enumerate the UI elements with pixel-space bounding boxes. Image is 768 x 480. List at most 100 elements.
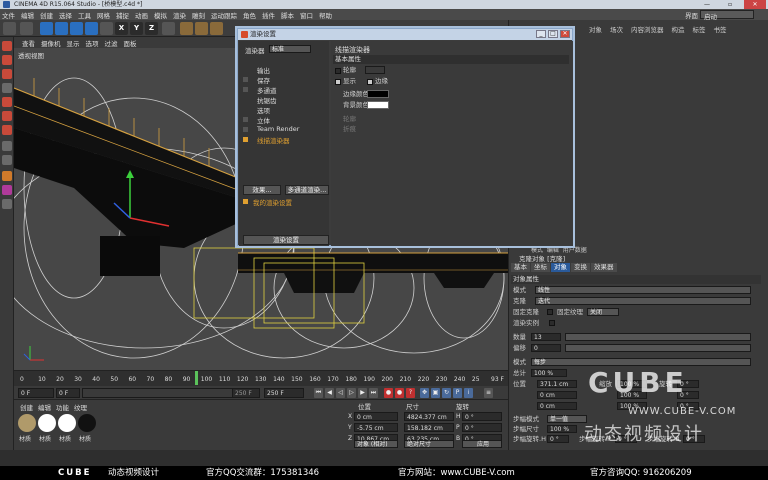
scale-icon[interactable]: [70, 22, 83, 35]
position-x-field[interactable]: 371.1 cm: [537, 380, 577, 388]
fix-clone-checkbox[interactable]: [547, 309, 553, 315]
coord-mode-select[interactable]: 对象 (相对): [354, 440, 398, 448]
record-icon[interactable]: ●: [384, 388, 393, 398]
material-swatch-1[interactable]: [18, 414, 36, 432]
menu-tools[interactable]: 工具: [78, 10, 91, 20]
undo-icon[interactable]: [3, 22, 16, 35]
step-rot-h-field[interactable]: 0 °: [547, 435, 569, 443]
dialog-close-button[interactable]: ✕: [560, 30, 570, 38]
tab-tags[interactable]: 标签: [693, 24, 706, 34]
y-axis-button[interactable]: Y: [130, 22, 143, 35]
move-icon[interactable]: [55, 22, 68, 35]
position-z-field[interactable]: 0 cm: [537, 402, 577, 410]
coord-size-y[interactable]: 158.182 cm: [404, 423, 454, 432]
viewport-menu-filter[interactable]: 过滤: [105, 38, 118, 48]
polygons-mode-icon[interactable]: [2, 125, 12, 135]
tab-objects[interactable]: 对象: [589, 24, 602, 34]
save-checkbox[interactable]: [243, 77, 248, 82]
render-instances-checkbox[interactable]: [549, 320, 555, 326]
render-item-team-render[interactable]: Team Render: [257, 125, 299, 133]
layout-select[interactable]: 启动: [700, 10, 754, 21]
play-reverse-icon[interactable]: ◁: [336, 388, 345, 398]
next-key-icon[interactable]: ▶: [358, 388, 367, 398]
render-item-multipass[interactable]: 多通道: [257, 85, 277, 95]
render-item-antialiasing[interactable]: 抗锯齿: [257, 95, 277, 105]
coord-rot-p[interactable]: 0 °: [462, 423, 502, 432]
viewport-menu-view[interactable]: 查看: [22, 38, 35, 48]
menu-plugins[interactable]: 插件: [262, 10, 275, 20]
param-key-icon[interactable]: P: [453, 388, 462, 398]
enable-axis-icon[interactable]: [2, 141, 12, 151]
coord-size-x[interactable]: 4824.377 cm: [404, 412, 454, 421]
edges-mode-icon[interactable]: [2, 111, 12, 121]
menu-animate[interactable]: 动画: [135, 10, 148, 20]
x-axis-button[interactable]: X: [115, 22, 128, 35]
texture-mode-icon[interactable]: [2, 69, 12, 79]
min-frame-field[interactable]: 0 F: [56, 388, 80, 398]
scale-key-icon[interactable]: ▣: [431, 388, 440, 398]
menu-simulate[interactable]: 模拟: [154, 10, 167, 20]
tweak-icon[interactable]: [2, 155, 12, 165]
attr-tab-transform[interactable]: 变换: [571, 263, 590, 272]
workplane-icon[interactable]: [2, 83, 12, 93]
render-item-save[interactable]: 保存: [257, 75, 270, 85]
material-menu-edit[interactable]: 编辑: [38, 402, 51, 412]
model-mode-icon[interactable]: [2, 55, 12, 65]
attr-tab-coord[interactable]: 坐标: [531, 263, 550, 272]
menu-help[interactable]: 帮助: [319, 10, 332, 20]
tab-takes[interactable]: 场次: [610, 24, 623, 34]
coord-pos-y[interactable]: -5.75 cm: [354, 423, 398, 432]
close-button[interactable]: ✕: [744, 0, 766, 9]
goto-end-icon[interactable]: ⏭: [369, 388, 378, 398]
goto-start-icon[interactable]: ⏮: [314, 388, 323, 398]
attr-tab-effectors[interactable]: 效果器: [591, 263, 617, 272]
outline-field[interactable]: [365, 66, 385, 74]
max-frame-field[interactable]: 250 F: [232, 388, 260, 398]
offset-field[interactable]: 0: [531, 344, 561, 352]
keyframe-selection-icon[interactable]: ?: [406, 388, 415, 398]
fix-texture-select[interactable]: 关闭: [587, 308, 619, 316]
outline-checkbox[interactable]: [335, 68, 341, 74]
total-field[interactable]: 100 %: [531, 369, 567, 377]
coordinate-system-icon[interactable]: [162, 22, 175, 35]
point-level-icon[interactable]: ⁞: [464, 388, 473, 398]
tab-structure[interactable]: 构造: [672, 24, 685, 34]
timeline-playhead[interactable]: [194, 371, 198, 385]
coord-rot-h[interactable]: 0 °: [462, 412, 502, 421]
stereo-checkbox[interactable]: [243, 117, 248, 122]
render-item-stereo[interactable]: 立体: [257, 115, 270, 125]
z-axis-button[interactable]: Z: [145, 22, 158, 35]
attr-tab-object[interactable]: 对象: [551, 263, 570, 272]
menu-file[interactable]: 文件: [2, 10, 15, 20]
tab-bookmarks[interactable]: 书签: [714, 24, 727, 34]
effect-button[interactable]: 效果...: [243, 185, 281, 195]
viewport-menu-cameras[interactable]: 摄像机: [41, 38, 61, 48]
render-picture-viewer-icon[interactable]: [195, 22, 208, 35]
viewport-menu-display[interactable]: 显示: [67, 38, 80, 48]
my-render-settings[interactable]: 我的渲染设置: [253, 197, 292, 207]
render-settings-button[interactable]: 渲染设置: [243, 235, 329, 245]
menu-character[interactable]: 角色: [243, 10, 256, 20]
points-mode-icon[interactable]: [2, 97, 12, 107]
attr-tab-basic[interactable]: 基本: [511, 263, 530, 272]
menu-script[interactable]: 脚本: [281, 10, 294, 20]
timeline[interactable]: 0 10 20 30 40 50 60 70 80 90 100 110 120 130 140 150 160…: [14, 370, 508, 386]
menu-mesh[interactable]: 网格: [97, 10, 110, 20]
play-icon[interactable]: ▷: [347, 388, 356, 398]
sculpt-icon[interactable]: [2, 185, 12, 195]
apply-button[interactable]: 应用: [462, 440, 502, 448]
autokey-icon[interactable]: ●: [395, 388, 404, 398]
lock-workplane-icon[interactable]: [2, 199, 12, 209]
team-render-checkbox[interactable]: [243, 127, 248, 132]
coord-size-mode-select[interactable]: 绝对尺寸: [404, 440, 454, 448]
my-settings-checkbox[interactable]: [243, 199, 248, 204]
menu-snap[interactable]: 捕捉: [116, 10, 129, 20]
menu-create[interactable]: 创建: [40, 10, 53, 20]
material-swatch-2[interactable]: [38, 414, 56, 432]
rotation-key-icon[interactable]: ↻: [442, 388, 451, 398]
material-menu-texture[interactable]: 纹理: [74, 402, 87, 412]
coord-pos-x[interactable]: 0 cm: [354, 412, 398, 421]
render-view-icon[interactable]: [180, 22, 193, 35]
background-color-swatch[interactable]: [367, 101, 389, 109]
multipass-checkbox[interactable]: [243, 87, 248, 92]
